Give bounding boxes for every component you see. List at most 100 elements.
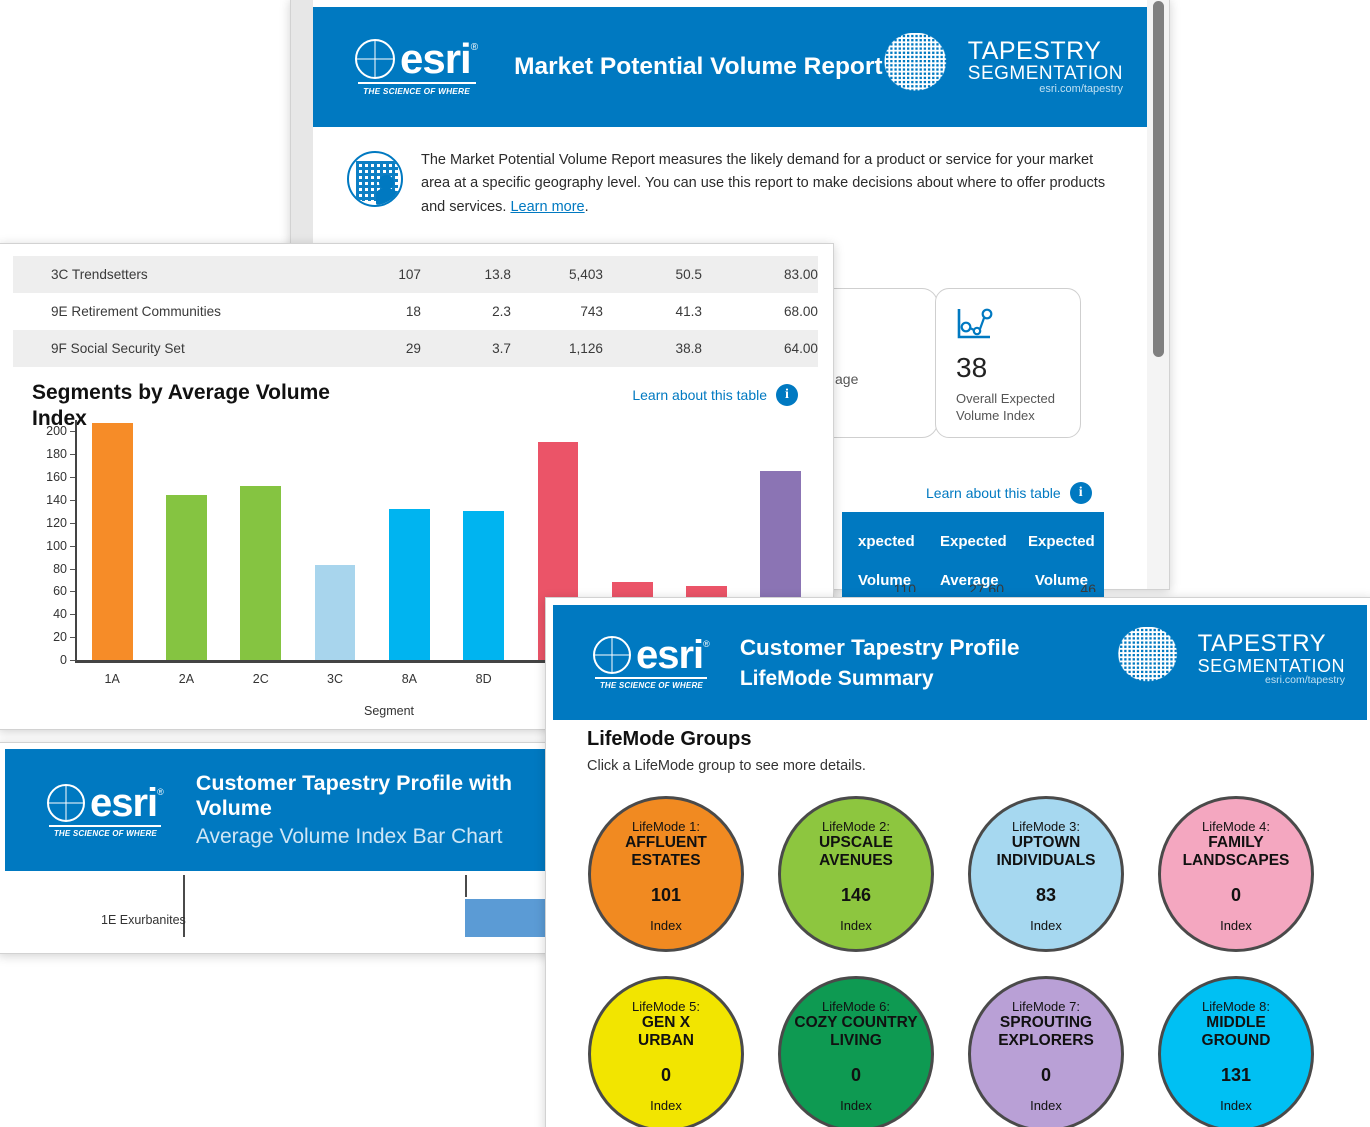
window-customer-tapestry-profile-with-volume[interactable]: esri ® THE SCIENCE OF WHERE Customer Tap… xyxy=(0,742,558,954)
lifemode-name-line2: EXPLORERS xyxy=(998,1032,1094,1050)
learn-more-link[interactable]: Learn more xyxy=(510,199,584,215)
lifemode-name-line1: MIDDLE xyxy=(1206,1014,1266,1031)
scrollbar-thumb-right[interactable] xyxy=(1153,1,1164,357)
chart-x-tick-label: 8D xyxy=(475,672,492,686)
esri-globe-icon xyxy=(355,39,395,79)
esri-tagline: THE SCIENCE OF WHERE xyxy=(53,828,157,838)
lifemode-name-line1: UPTOWN xyxy=(1011,834,1081,851)
lifemode-group-7[interactable]: LifeMode 7: SPROUTING EXPLORERS 0 Index xyxy=(968,976,1124,1127)
row-c1: 18 xyxy=(405,304,421,319)
chart-bar[interactable] xyxy=(91,423,133,660)
tapestry-line-2: SEGMENTATION xyxy=(1197,655,1345,676)
lifemode-index-value: 0 xyxy=(850,1064,861,1085)
lifemode-group-3[interactable]: LifeMode 3: UPTOWN INDIVIDUALS 83 Index xyxy=(968,796,1124,952)
lifemode-group-cell: LifeMode 3: UPTOWN INDIVIDUALS 83 Index xyxy=(951,796,1141,952)
esri-tagline: THE SCIENCE OF WHERE xyxy=(363,86,470,96)
chart-y-axis-line xyxy=(75,420,77,661)
esri-logo: esri ® THE SCIENCE OF WHERE xyxy=(355,38,478,96)
chart-x-tick-label: 2A xyxy=(178,672,195,686)
lifemode-name-line2: LIVING xyxy=(830,1032,882,1050)
volume-chart-title: Customer Tapestry Profile with Volume xyxy=(195,771,513,820)
window-customer-tapestry-profile-lifemode-summary[interactable]: esri ® THE SCIENCE OF WHERE Customer Tap… xyxy=(545,597,1370,1127)
screenshot-stage: esri ® THE SCIENCE OF WHERE Market Poten… xyxy=(0,0,1370,1127)
report-banner: esri ® THE SCIENCE OF WHERE Market Poten… xyxy=(313,7,1149,127)
chart-y-tick-label: 0 xyxy=(60,653,67,667)
chart-bar[interactable] xyxy=(463,511,505,660)
esri-logo-rule xyxy=(595,677,708,679)
lifemode-groups-hint: Click a LifeMode group to see more detai… xyxy=(587,758,866,774)
chart-bar[interactable] xyxy=(388,509,430,660)
tapestry-logo: TAPESTRY SEGMENTATION esri.com/tapestry xyxy=(879,33,1123,101)
tapestry-map-icon xyxy=(879,33,964,101)
volume-chart-bar-label: 1E Exurbanites xyxy=(101,913,186,927)
row-c5: 68.00 xyxy=(783,304,818,319)
table-row[interactable]: 9F Social Security Set 29 3.7 1,126 38.8… xyxy=(13,330,818,367)
lifemode-group-4[interactable]: LifeMode 4: FAMILY LANDSCAPES 0 Index xyxy=(1158,796,1314,952)
row-c4: 38.8 xyxy=(675,341,702,356)
lifemode-groups-title: LifeMode Groups xyxy=(587,728,752,750)
lifemode-index-caption: Index xyxy=(1220,1097,1252,1113)
volume-chart-axis xyxy=(183,875,185,937)
tapestry-line-1: TAPESTRY xyxy=(967,36,1102,65)
row-c2: 13.8 xyxy=(484,267,511,282)
lifemode-group-cell: LifeMode 6: COZY COUNTRY LIVING 0 Index xyxy=(761,976,951,1127)
lifemode-index-caption: Index xyxy=(1220,917,1252,933)
segments-learn-link-text[interactable]: Learn about this table xyxy=(632,387,767,403)
lifemode-name-line1: UPSCALE xyxy=(818,834,894,851)
row-c3: 743 xyxy=(580,304,603,319)
esri-logo: esri ® THE SCIENCE OF WHERE xyxy=(593,635,710,690)
chart-y-tick-label: 120 xyxy=(46,515,67,530)
lifemode-kicker: LifeMode 5: xyxy=(632,999,700,1014)
row-c5: 83.00 xyxy=(783,267,818,282)
tapestry-map-icon xyxy=(1113,627,1194,691)
tapestry-line-2: SEGMENTATION xyxy=(967,63,1123,85)
report-intro: The Market Potential Volume Report measu… xyxy=(313,127,1149,229)
lifemode-group-cell: LifeMode 5: GEN X URBAN 0 Index xyxy=(571,976,761,1127)
lifemode-index-value: 0 xyxy=(1040,1064,1051,1085)
chart-bar[interactable] xyxy=(240,486,282,660)
lifemode-group-6[interactable]: LifeMode 6: COZY COUNTRY LIVING 0 Index xyxy=(778,976,934,1127)
segments-learn-about-table[interactable]: Learn about this table i xyxy=(632,380,798,406)
person-glyph xyxy=(376,175,397,205)
lifemode-group-2[interactable]: LifeMode 2: UPSCALE AVENUES 146 Index xyxy=(778,796,934,952)
market-area-icon xyxy=(347,151,403,207)
chart-y-tick-label: 80 xyxy=(53,561,67,576)
lifemode-index-caption: Index xyxy=(840,917,872,933)
lifemode-kicker: LifeMode 8: xyxy=(1202,999,1270,1014)
tapestry-url: esri.com/tapestry xyxy=(1039,82,1123,95)
lifemode-name-line2: GROUND xyxy=(1201,1032,1271,1050)
info-icon[interactable]: i xyxy=(776,384,798,406)
lifemode-group-cell: LifeMode 1: AFFLUENT ESTATES 101 Index xyxy=(571,796,761,952)
lifemode-kicker: LifeMode 4: xyxy=(1202,819,1270,834)
volume-chart-subtitle: Average Volume Index Bar Chart xyxy=(195,825,503,848)
chart-bar[interactable] xyxy=(166,495,207,660)
lifemode-group-1[interactable]: LifeMode 1: AFFLUENT ESTATES 101 Index xyxy=(588,796,744,952)
chart-y-tick-label: 100 xyxy=(46,538,67,553)
row-c1: 107 xyxy=(398,267,421,282)
lifemode-group-5[interactable]: LifeMode 5: GEN X URBAN 0 Index xyxy=(588,976,744,1127)
chart-x-tick-label: 3C xyxy=(327,672,344,686)
chart-x-tick-label: 8A xyxy=(401,672,417,686)
lifemode-banner: esri ® THE SCIENCE OF WHERE Customer Tap… xyxy=(553,605,1367,720)
row-c4: 41.3 xyxy=(675,304,702,319)
segments-table: 3C Trendsetters 107 13.8 5,403 50.5 83.0… xyxy=(13,256,818,367)
chart-y-tick-label: 20 xyxy=(53,630,67,645)
esri-globe-icon xyxy=(47,783,85,822)
esri-wordmark: esri xyxy=(636,633,704,677)
volume-chart-banner: esri ® THE SCIENCE OF WHERE Customer Tap… xyxy=(5,749,557,871)
lifemode-name-line1: COZY COUNTRY xyxy=(794,1014,918,1031)
row-c3: 5,403 xyxy=(568,267,603,282)
table-row[interactable]: 3C Trendsetters 107 13.8 5,403 50.5 83.0… xyxy=(13,256,818,293)
chart-x-axis-label: Segment xyxy=(363,704,415,718)
row-c1: 29 xyxy=(405,341,421,356)
lifemode-name-line2: AVENUES xyxy=(819,852,893,870)
lifemode-group-cell: LifeMode 4: FAMILY LANDSCAPES 0 Index xyxy=(1141,796,1331,952)
lifemode-group-8[interactable]: LifeMode 8: MIDDLE GROUND 131 Index xyxy=(1158,976,1314,1127)
esri-globe-icon xyxy=(593,636,631,674)
lifemode-kicker: LifeMode 7: xyxy=(1012,999,1080,1014)
chart-bar[interactable] xyxy=(314,565,356,660)
row-c2: 3.7 xyxy=(492,341,511,356)
table-row[interactable]: 9E Retirement Communities 18 2.3 743 41.… xyxy=(13,293,818,330)
lifemode-kicker: LifeMode 1: xyxy=(632,819,700,834)
lifemode-group-cell: LifeMode 8: MIDDLE GROUND 131 Index xyxy=(1141,976,1331,1127)
